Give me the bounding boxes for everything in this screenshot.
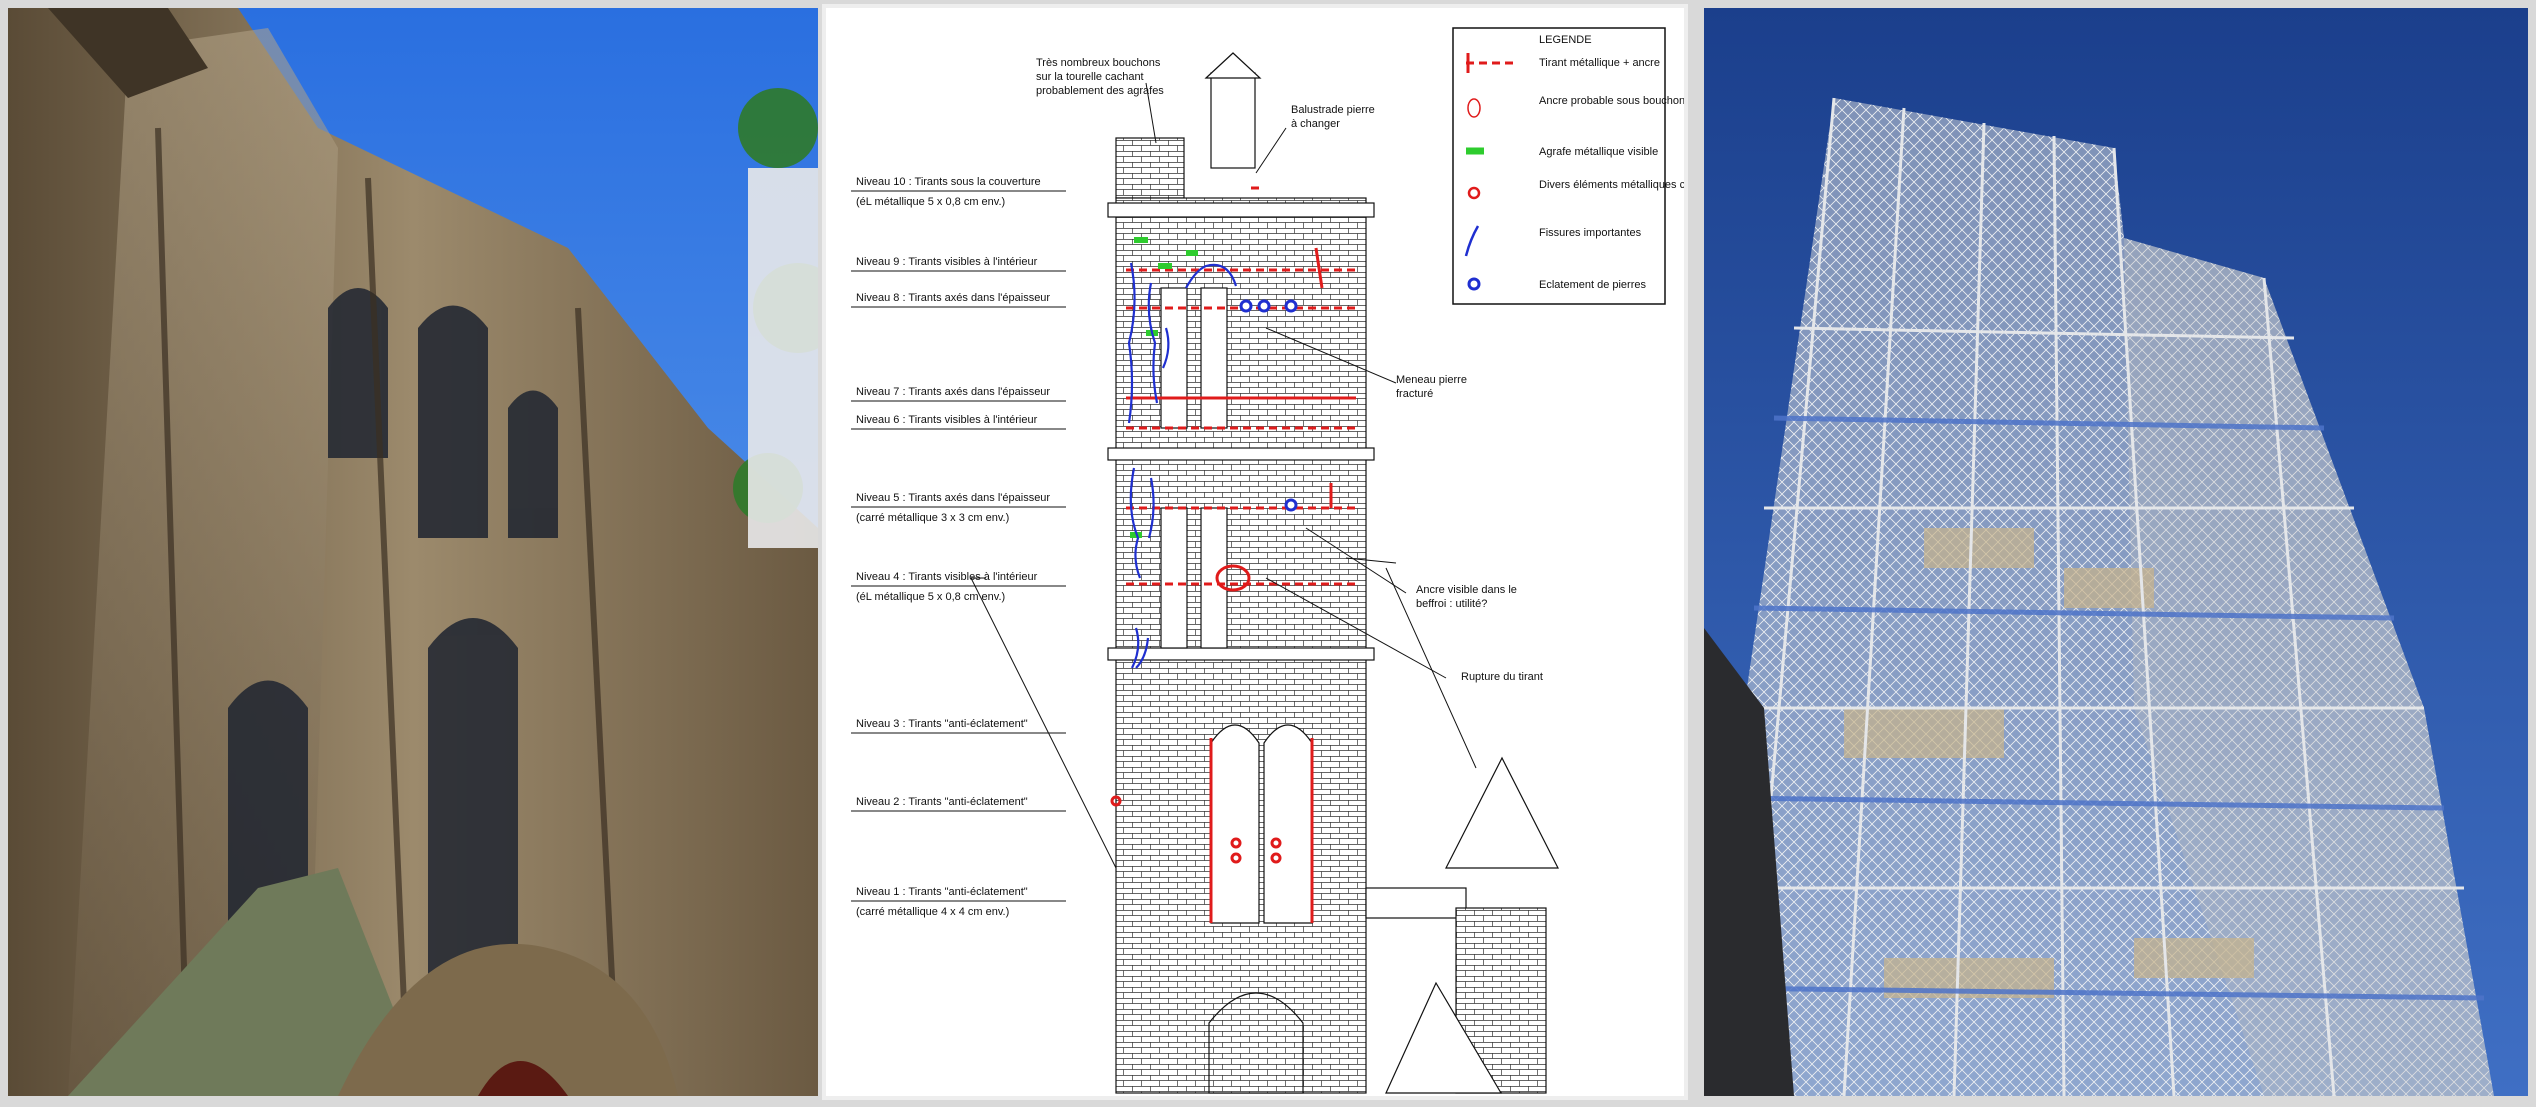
level-9-title: Niveau 9 : Tirants visibles à l'intérieu… [856,256,1038,268]
legend-item-fissure: Fissures importantes [1539,227,1642,239]
top-note-line-3: probablement des agrafes [1036,85,1164,97]
legend-box [1452,27,1666,305]
balustrade-line-1: Balustrade pierre [1291,104,1375,116]
scaffolding-illustration [1704,8,2528,1096]
legend-item-tirant: Tirant métallique + ancre [1539,57,1660,69]
eclatement-legend-icon [1467,277,1481,291]
church-facade-photo [8,8,818,1096]
level-5-title: Niveau 5 : Tirants axés dans l'épaisseur [856,492,1050,504]
level-5-detail: (carré métallique 3 x 3 cm env.) [856,512,1009,524]
legend-item-ancre: Ancre probable sous bouchon d'enduit [1539,95,1684,107]
level-2-title: Niveau 2 : Tirants "anti-éclatement" [856,796,1028,808]
rupture-line-1: Rupture du tirant [1461,671,1543,683]
level-10-detail: (éL métallique 5 x 0,8 cm env.) [856,196,1005,208]
top-note-line-2: sur la tourelle cachant [1036,71,1144,83]
level-7-title: Niveau 7 : Tirants axés dans l'épaisseur [856,386,1050,398]
legend-title: LEGENDE [1539,34,1592,46]
level-1-detail: (carré métallique 4 x 4 cm env.) [856,906,1009,918]
level-8-title: Niveau 8 : Tirants axés dans l'épaisseur [856,292,1050,304]
top-note-line-1: Très nombreux bouchons [1036,57,1161,69]
level-10-title: Niveau 10 : Tirants sous la couverture [856,176,1041,188]
tower-elevation-drawing: Niveau 10 : Tirants sous la couverture (… [826,8,1684,1096]
level-3-title: Niveau 3 : Tirants "anti-éclatement" [856,718,1028,730]
level-4-detail: (éL métallique 5 x 0,8 cm env.) [856,591,1005,603]
level-4-title: Niveau 4 : Tirants visibles à l'intérieu… [856,571,1038,583]
level-1-title: Niveau 1 : Tirants "anti-éclatement" [856,886,1028,898]
meneau-line-2: fracturé [1396,388,1433,400]
legend: LEGENDE Tirant métallique + ancre Ancre … [1452,27,1684,305]
ancre-line-2: beffroi : utilité? [1416,598,1487,610]
legend-item-corrosion: Divers éléments métalliques corrodés [1539,179,1684,191]
balustrade-line-2: à changer [1291,118,1340,130]
ancre-line-1: Ancre visible dans le [1416,584,1517,596]
legend-item-agrafe: Agrafe métallique visible [1539,146,1658,158]
tower-elevation-svg: Niveau 10 : Tirants sous la couverture (… [826,8,1684,1096]
meneau-line-1: Meneau pierre [1396,374,1467,386]
church-facade-illustration [8,8,818,1096]
legend-item-eclatement: Eclatement de pierres [1539,279,1646,291]
tower-scaffolding-photo [1704,8,2528,1096]
level-6-title: Niveau 6 : Tirants visibles à l'intérieu… [856,414,1038,426]
